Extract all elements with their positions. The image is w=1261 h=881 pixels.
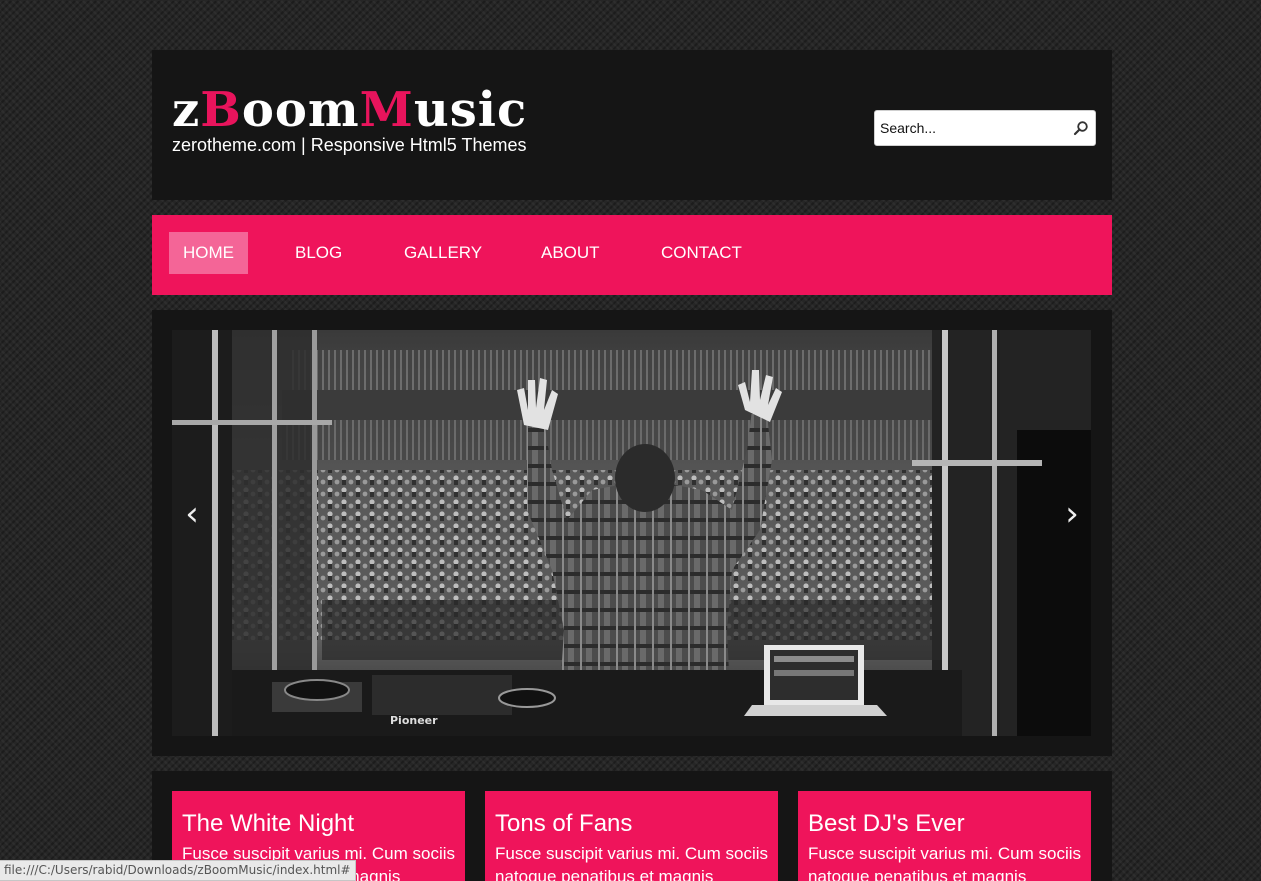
site-logo[interactable]: zBoomMusic — [172, 84, 527, 136]
feature-title: Best DJ's Ever — [808, 810, 965, 837]
site-tagline: zerotheme.com | Responsive Html5 Themes — [172, 135, 527, 155]
nav-item-gallery[interactable]: GALLERY — [390, 232, 496, 274]
logo-text-part3: usic — [413, 82, 528, 138]
feature-title: The White Night — [182, 810, 355, 837]
logo-text-accent2: M — [359, 82, 414, 138]
nav-item-about[interactable]: ABOUT — [527, 232, 614, 274]
nav-item-blog[interactable]: BLOG — [281, 232, 356, 274]
nav-item-contact[interactable]: CONTACT — [647, 232, 756, 274]
search-icon[interactable] — [1073, 120, 1089, 136]
feature-title: Tons of Fans — [495, 810, 633, 837]
image-slider: Pioneer ‹ › — [152, 310, 1112, 756]
slider-next-arrow[interactable]: › — [1057, 494, 1087, 534]
feature-box[interactable]: Tons of Fans Fusce suscipit varius mi. C… — [485, 791, 778, 881]
logo-text-accent1: B — [200, 82, 242, 138]
feature-text: Fusce suscipit varius mi. Cum sociis nat… — [495, 844, 769, 881]
search-form — [874, 110, 1096, 146]
feature-box[interactable]: Best DJ's Ever Fusce suscipit varius mi.… — [798, 791, 1091, 881]
logo-text-part1: z — [172, 82, 201, 138]
pioneer-equipment-text: Pioneer — [390, 714, 438, 727]
slide-image: Pioneer — [172, 330, 1091, 736]
feature-text: Fusce suscipit varius mi. Cum sociis nat… — [808, 844, 1082, 881]
nav-item-home[interactable]: HOME — [169, 232, 248, 274]
site-header: zBoomMusic zerotheme.com | Responsive Ht… — [152, 50, 1112, 200]
search-input[interactable] — [875, 111, 1065, 145]
logo-text-part2: oom — [241, 82, 360, 138]
main-navigation: HOME BLOG GALLERY ABOUT CONTACT — [152, 215, 1112, 295]
browser-status-bar: file:///C:/Users/rabid/Downloads/zBoomMu… — [0, 860, 356, 881]
slider-prev-arrow[interactable]: ‹ — [177, 494, 207, 534]
